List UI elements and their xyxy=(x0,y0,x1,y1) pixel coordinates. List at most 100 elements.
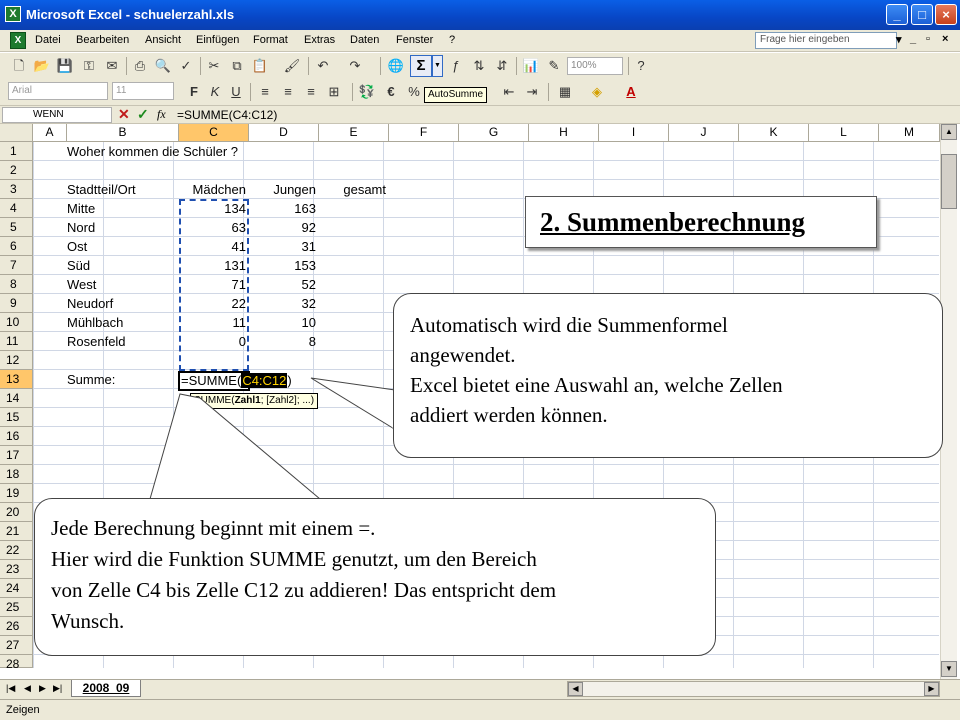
row-header[interactable]: 8 xyxy=(0,275,33,294)
cell-formula-edit[interactable]: =SUMME(C4:C12) xyxy=(181,371,292,390)
document-icon[interactable]: X xyxy=(10,32,26,49)
zoom-select[interactable]: 100% xyxy=(567,57,623,75)
cell-ort[interactable]: Neudorf xyxy=(67,294,113,313)
save-icon[interactable]: 💾 xyxy=(56,57,74,75)
underline-icon[interactable]: U xyxy=(227,83,245,101)
column-header-m[interactable]: M xyxy=(879,124,940,142)
first-sheet-icon[interactable]: |◀ xyxy=(6,683,15,694)
row-header[interactable]: 14 xyxy=(0,389,33,408)
font-name-select[interactable]: Arial xyxy=(8,82,108,100)
select-all-corner[interactable] xyxy=(0,124,33,142)
align-center-icon[interactable]: ≡ xyxy=(279,83,297,101)
font-size-select[interactable]: 11 xyxy=(112,82,174,100)
menu-help[interactable]: ? xyxy=(449,34,455,46)
cell-ort[interactable]: Mühlbach xyxy=(67,313,123,332)
row-header[interactable]: 25 xyxy=(0,598,33,617)
row-header[interactable]: 16 xyxy=(0,427,33,446)
print-icon[interactable]: ⎙ xyxy=(131,57,149,75)
align-right-icon[interactable]: ≡ xyxy=(302,83,320,101)
insert-function-icon[interactable]: fx xyxy=(157,107,166,122)
column-header-k[interactable]: K xyxy=(739,124,809,142)
scroll-thumb[interactable] xyxy=(941,154,957,209)
column-header-d[interactable]: D xyxy=(249,124,319,142)
column-header-c[interactable]: C xyxy=(179,124,249,142)
menu-datei[interactable]: Datei xyxy=(35,34,61,46)
help-search-input[interactable]: Frage hier eingeben xyxy=(755,32,897,49)
row-header[interactable]: 12 xyxy=(0,351,33,370)
cut-icon[interactable]: ✂ xyxy=(205,57,223,75)
cell-ort[interactable]: Mitte xyxy=(67,199,95,218)
row-header[interactable]: 6 xyxy=(0,237,33,256)
summe-label-cell[interactable]: Summe: xyxy=(67,370,115,389)
menu-daten[interactable]: Daten xyxy=(350,34,379,46)
help-icon[interactable]: ? xyxy=(632,57,650,75)
open-icon[interactable]: 📂 xyxy=(33,57,51,75)
cell-jungen[interactable]: 92 xyxy=(249,218,319,237)
cell-jungen[interactable]: 52 xyxy=(249,275,319,294)
column-header-i[interactable]: I xyxy=(599,124,669,142)
prev-sheet-icon[interactable]: ◀ xyxy=(24,683,31,694)
column-header-b[interactable]: B xyxy=(67,124,179,142)
autosum-button[interactable]: Σ xyxy=(410,55,432,77)
scroll-up-icon[interactable]: ▲ xyxy=(941,124,957,140)
menu-extras[interactable]: Extras xyxy=(304,34,335,46)
formula-input[interactable]: =SUMME(C4:C12) xyxy=(177,108,277,122)
spelling-icon[interactable]: ✓ xyxy=(177,57,195,75)
maximize-button[interactable]: □ xyxy=(911,4,933,25)
header-cell-maedchen[interactable]: Mädchen xyxy=(179,180,249,199)
column-header-e[interactable]: E xyxy=(319,124,389,142)
menu-einfuegen[interactable]: Einfügen xyxy=(196,34,239,46)
row-header[interactable]: 3 xyxy=(0,180,33,199)
row-header-active[interactable]: 13 xyxy=(0,370,33,389)
chart-icon[interactable]: 📊 xyxy=(522,57,540,75)
next-sheet-icon[interactable]: ▶ xyxy=(39,683,46,694)
confirm-icon[interactable]: ✓ xyxy=(137,106,149,123)
scroll-right-icon[interactable]: ▶ xyxy=(924,682,939,696)
currency-icon[interactable]: 💱 xyxy=(358,83,376,101)
bold-icon[interactable]: F xyxy=(185,83,203,101)
sort-ascending-icon[interactable]: ⇅ xyxy=(470,57,488,75)
horizontal-scrollbar[interactable]: ◀ ▶ xyxy=(567,681,940,697)
row-header[interactable]: 15 xyxy=(0,408,33,427)
align-left-icon[interactable]: ≡ xyxy=(256,83,274,101)
format-painter-icon[interactable]: 🖌 xyxy=(283,57,301,75)
hyperlink-icon[interactable]: 🌐 xyxy=(387,57,405,75)
cell-jungen[interactable]: 32 xyxy=(249,294,319,313)
euro-icon[interactable]: € xyxy=(382,83,400,101)
cell-jungen[interactable]: 10 xyxy=(249,313,319,332)
cell-jungen[interactable]: 8 xyxy=(249,332,319,351)
close-button[interactable]: × xyxy=(935,4,957,25)
cancel-icon[interactable]: ✕ xyxy=(118,106,130,123)
row-header[interactable]: 2 xyxy=(0,161,33,180)
doc-close-button[interactable]: × xyxy=(942,33,948,45)
name-box[interactable]: WENN xyxy=(2,107,112,123)
cell-ort[interactable]: West xyxy=(67,275,96,294)
title-cell[interactable]: Woher kommen die Schüler ? xyxy=(67,142,238,161)
cell-ort[interactable]: Süd xyxy=(67,256,90,275)
mail-icon[interactable]: ✉ xyxy=(103,57,121,75)
row-header[interactable]: 10 xyxy=(0,313,33,332)
redo-icon[interactable]: ↷ xyxy=(346,57,364,75)
header-cell-gesamt[interactable]: gesamt xyxy=(319,180,389,199)
font-color-icon[interactable]: A xyxy=(622,83,640,101)
undo-icon[interactable]: ↶ xyxy=(314,57,332,75)
menu-format[interactable]: Format xyxy=(253,34,288,46)
sheet-tab-active[interactable]: 2008_09 xyxy=(71,680,141,697)
row-header[interactable]: 21 xyxy=(0,522,33,541)
scroll-down-icon[interactable]: ▼ xyxy=(941,661,957,677)
row-header[interactable]: 19 xyxy=(0,484,33,503)
row-header[interactable]: 17 xyxy=(0,446,33,465)
doc-restore-button[interactable]: ▫ xyxy=(926,33,930,45)
copy-icon[interactable]: ⧉ xyxy=(228,57,246,75)
help-dropdown-icon[interactable]: ▾ xyxy=(896,33,902,46)
column-header-f[interactable]: F xyxy=(389,124,459,142)
autosum-dropdown-icon[interactable]: ▼ xyxy=(432,55,443,77)
paste-icon[interactable]: 📋 xyxy=(251,57,269,75)
header-cell-jungen[interactable]: Jungen xyxy=(249,180,319,199)
menu-fenster[interactable]: Fenster xyxy=(396,34,433,46)
permission-icon[interactable]: ⚿ xyxy=(80,57,98,75)
excel-app-icon[interactable]: X xyxy=(5,6,21,22)
italic-icon[interactable]: K xyxy=(206,83,224,101)
minimize-button[interactable]: _ xyxy=(886,4,908,25)
column-header-g[interactable]: G xyxy=(459,124,529,142)
